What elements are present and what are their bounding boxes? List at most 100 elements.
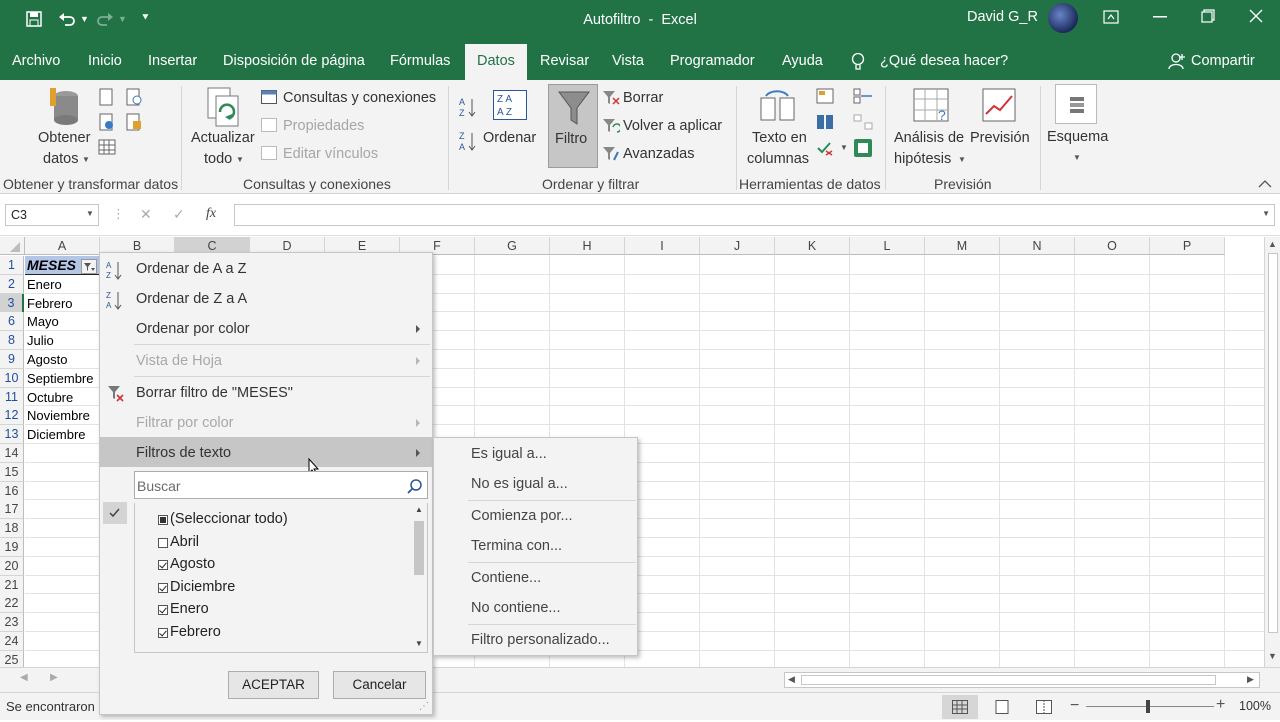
filter-dropdown-button[interactable] — [81, 259, 97, 274]
scroll-up-icon[interactable]: ▲ — [415, 505, 423, 514]
refresh-all-label-2[interactable]: todo — [204, 151, 232, 167]
submenu-not-equals[interactable]: No es igual a... — [471, 476, 568, 492]
row-header[interactable]: 2 — [0, 274, 24, 294]
column-header[interactable]: J — [700, 237, 775, 255]
zoom-slider-thumb[interactable] — [1146, 700, 1150, 713]
refresh-all-label-1[interactable]: Actualizar — [191, 130, 255, 146]
customize-qat-icon[interactable]: ⯆ — [141, 12, 150, 25]
cancel-button[interactable]: Cancelar — [333, 671, 426, 699]
tab-archivo[interactable]: Archivo — [12, 44, 60, 80]
row-header[interactable]: 22 — [0, 594, 24, 614]
data-cell[interactable] — [25, 538, 27, 557]
menu-sort-za[interactable]: Ordenar de Z a A — [136, 291, 247, 307]
data-cell[interactable]: Agosto — [25, 350, 67, 369]
column-header[interactable]: P — [1150, 237, 1225, 255]
scroll-right-icon[interactable]: ▶ — [1247, 674, 1254, 685]
tab-disposicion[interactable]: Disposición de página — [223, 44, 365, 80]
item-checkbox[interactable] — [158, 515, 168, 525]
data-cell[interactable] — [25, 463, 27, 482]
zoom-in-button[interactable]: + — [1216, 696, 1225, 714]
column-header[interactable]: M — [925, 237, 1000, 255]
data-cell[interactable]: Octubre — [25, 388, 73, 407]
row-header[interactable]: 14 — [0, 444, 24, 463]
menu-sort-az[interactable]: Ordenar de A a Z — [136, 261, 246, 277]
normal-view-button[interactable] — [942, 695, 978, 719]
user-name[interactable]: David G_R — [967, 9, 1038, 25]
from-web-icon[interactable] — [98, 113, 116, 131]
data-cell[interactable]: Septiembre — [25, 369, 93, 388]
row-header[interactable]: 9 — [0, 350, 24, 369]
zoom-out-button[interactable]: − — [1070, 697, 1079, 715]
tab-ayuda[interactable]: Ayuda — [782, 44, 823, 80]
column-header[interactable]: K — [775, 237, 850, 255]
clear-button[interactable]: Borrar — [623, 90, 663, 106]
next-sheet-icon[interactable]: ▶ — [50, 672, 58, 683]
data-cell[interactable] — [25, 444, 27, 463]
column-header[interactable]: H — [550, 237, 625, 255]
tab-revisar[interactable]: Revisar — [540, 44, 589, 80]
data-cell[interactable] — [25, 594, 27, 613]
collapse-ribbon-icon[interactable] — [1258, 180, 1272, 188]
page-layout-view-icon[interactable] — [994, 700, 1010, 714]
from-table-icon[interactable] — [98, 138, 116, 156]
expand-formula-icon[interactable]: ▼ — [1262, 209, 1270, 218]
vertical-scrollbar[interactable]: ▲ ▼ — [1264, 237, 1280, 667]
tab-insertar[interactable]: Insertar — [148, 44, 197, 80]
filter-value-item[interactable]: Diciembre — [170, 579, 235, 595]
reapply-button[interactable]: Volver a aplicar — [623, 118, 722, 134]
select-all-corner[interactable] — [0, 237, 25, 255]
scroll-left-icon[interactable]: ◀ — [788, 674, 795, 685]
row-header[interactable]: 13 — [0, 425, 24, 445]
column-header[interactable]: O — [1075, 237, 1150, 255]
restore-icon[interactable] — [1201, 9, 1215, 23]
data-cell[interactable]: Julio — [25, 331, 54, 350]
get-data-label-1[interactable]: Obtener — [38, 130, 90, 146]
row-header[interactable]: 1 — [0, 256, 24, 275]
column-header[interactable]: L — [850, 237, 925, 255]
row-header[interactable]: 15 — [0, 462, 24, 482]
row-header[interactable]: 12 — [0, 406, 24, 426]
filter-value-item[interactable]: (Seleccionar todo) — [170, 511, 288, 527]
avatar[interactable] — [1048, 3, 1078, 33]
column-header[interactable]: I — [625, 237, 700, 255]
value-list-scrollbar[interactable]: ▲ ▼ — [411, 503, 427, 652]
prev-sheet-icon[interactable]: ◀ — [20, 672, 28, 683]
item-checkbox[interactable] — [158, 537, 168, 548]
row-header[interactable]: 19 — [0, 538, 24, 557]
item-checkbox[interactable] — [158, 627, 168, 638]
submenu-custom-filter[interactable]: Filtro personalizado... — [471, 632, 610, 648]
column-header[interactable]: G — [475, 237, 550, 255]
vertical-scroll-thumb[interactable] — [1268, 253, 1278, 633]
insert-function-button[interactable]: fx — [206, 206, 216, 222]
get-data-label-2[interactable]: datos — [43, 151, 78, 167]
submenu-contains[interactable]: Contiene... — [471, 570, 541, 586]
scroll-down-icon[interactable]: ▼ — [1268, 651, 1277, 661]
data-cell[interactable] — [25, 519, 27, 538]
data-cell[interactable]: Diciembre — [25, 425, 86, 444]
row-header[interactable]: 25 — [0, 650, 24, 667]
row-header[interactable]: 10 — [0, 368, 24, 388]
data-cell[interactable] — [25, 500, 27, 519]
tab-formulas[interactable]: Fórmulas — [390, 44, 450, 80]
queries-connections-button[interactable]: Consultas y conexiones — [283, 90, 436, 106]
data-cell[interactable] — [25, 482, 27, 501]
data-cell[interactable] — [25, 576, 27, 595]
consolidate-icon[interactable] — [853, 88, 873, 104]
data-cell[interactable] — [25, 651, 27, 667]
row-header[interactable]: 6 — [0, 312, 24, 332]
value-list-scroll-thumb[interactable] — [414, 521, 424, 575]
filter-value-item[interactable]: Enero — [170, 601, 209, 617]
horizontal-scrollbar[interactable]: ◀ ▶ — [784, 672, 1260, 688]
sort-button[interactable]: Ordenar — [483, 130, 536, 146]
from-text-icon[interactable] — [98, 88, 116, 106]
filter-value-item[interactable]: Abril — [170, 534, 199, 550]
menu-sort-by-color[interactable]: Ordenar por color — [136, 321, 250, 337]
existing-connections-icon[interactable] — [125, 113, 143, 131]
column-header[interactable]: A — [25, 237, 100, 255]
data-cell[interactable] — [25, 632, 27, 651]
filter-button[interactable]: Filtro — [548, 84, 598, 168]
scroll-down-icon[interactable]: ▼ — [415, 639, 423, 648]
what-if-label-1[interactable]: Análisis de — [894, 130, 964, 146]
scroll-up-icon[interactable]: ▲ — [1268, 239, 1277, 249]
submenu-not-contains[interactable]: No contiene... — [471, 600, 560, 616]
